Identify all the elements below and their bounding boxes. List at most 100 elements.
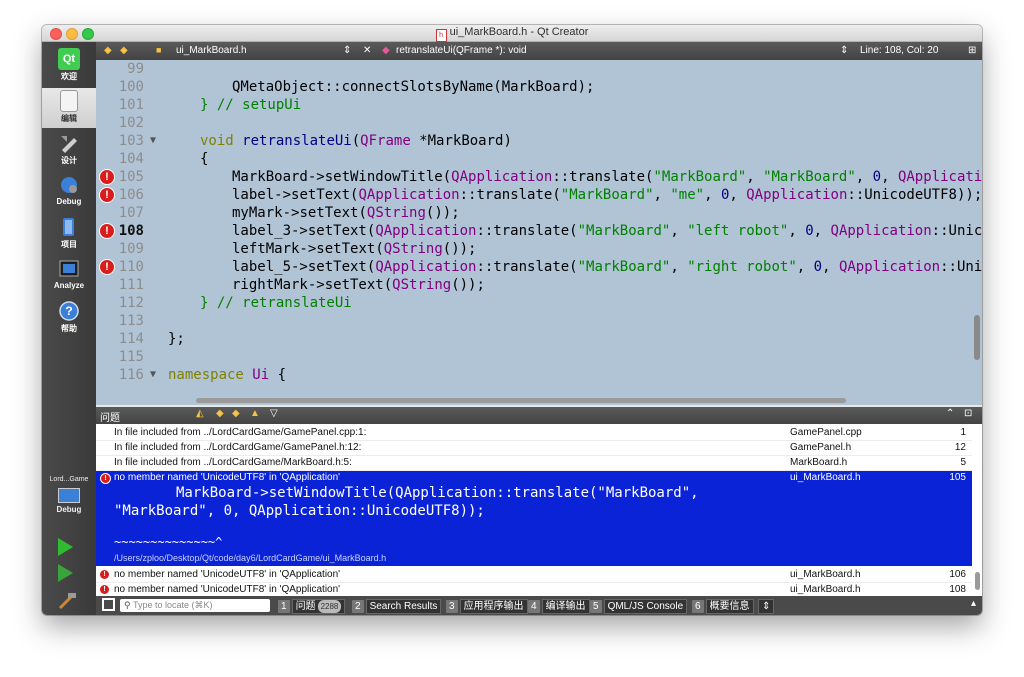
code-editor[interactable]: 99 100 101 102 103 ▼ 104! 105! 106 107! 108 109! 110…	[96, 60, 982, 405]
build-kit-selector[interactable]: Lord...Game Debug	[42, 476, 96, 514]
tab-search-results[interactable]: 2 Search Results	[352, 599, 442, 614]
function-symbol-icon: ◆	[382, 45, 390, 56]
gutter-row: 102	[96, 114, 982, 132]
kit-name: Lord...Game	[49, 476, 89, 483]
tab-issues[interactable]: 1 问题 2288	[278, 599, 346, 614]
file-type-icon: ■	[156, 45, 162, 55]
mode-projects[interactable]: 项目	[42, 214, 96, 254]
locator-input[interactable]: ⚲ Type to locate (⌘K)	[120, 599, 270, 612]
mode-label: 项目	[61, 240, 77, 249]
mode-label: Debug	[56, 197, 82, 206]
mode-welcome[interactable]: Qt 欢迎	[42, 46, 96, 86]
kit-mode: Debug	[56, 505, 82, 514]
current-file-combo[interactable]: ui_MarkBoard.h	[176, 45, 247, 56]
mode-label: 设计	[61, 156, 77, 165]
error-file-path[interactable]: /Users/zploo/Desktop/Qt/code/day6/LordCa…	[114, 553, 386, 563]
projects-icon	[58, 216, 80, 238]
edit-document-icon	[60, 90, 78, 112]
mode-help[interactable]: ? 帮助	[42, 298, 96, 338]
build-hammer-icon[interactable]	[57, 590, 79, 615]
window-title: h ui_MarkBoard.h - Qt Creator	[42, 26, 982, 42]
line-number: 99	[127, 61, 144, 77]
tab-application-output[interactable]: 3 应用程序输出	[446, 599, 528, 614]
maximize-panel-icon[interactable]: ⌃	[946, 408, 954, 419]
qt-creator-window: h ui_MarkBoard.h - Qt Creator Qt 欢迎 编辑 设计…	[42, 25, 982, 615]
code-line-111: rightMark->setText(QString());	[232, 277, 485, 293]
code-line-109: leftMark->setText(QString());	[232, 241, 477, 257]
mode-debug[interactable]: Debug	[42, 172, 96, 212]
nav-forward-icon[interactable]: ◆	[120, 45, 128, 56]
error-snippet: MarkBoard->setWindowTitle(QApplication::…	[176, 485, 699, 501]
issues-toolbar: 问题 ◭ ◆ ◆ ▲ ▽ ⌃ ⊡	[96, 407, 982, 424]
issue-row[interactable]: In file included from ../LordCardGame/Ma…	[96, 455, 972, 471]
debug-run-icon[interactable]	[58, 564, 73, 582]
mode-label: Analyze	[53, 281, 85, 290]
code-line-110: label_5->setText(QApplication::translate…	[232, 259, 982, 275]
editor-toolbar: ◆ ◆ ■ ui_MarkBoard.h ⇕ ✕ ◆ retranslateUi…	[96, 42, 982, 60]
error-icon: !	[100, 585, 109, 594]
issues-scrollbar[interactable]	[975, 572, 980, 590]
code-line-116: namespace Ui {	[168, 367, 287, 383]
issues-list[interactable]: In file included from ../LordCardGame/Ga…	[96, 424, 982, 596]
run-icon[interactable]	[58, 538, 73, 556]
issue-row-selected[interactable]: ! no member named 'UnicodeUTF8' in 'QApp…	[96, 471, 972, 566]
line-number: 102	[118, 115, 144, 131]
warning-filter-icon[interactable]: ▲	[250, 408, 260, 419]
issue-row[interactable]: ! no member named 'UnicodeUTF8' in 'QApp…	[96, 582, 972, 596]
close-file-icon[interactable]: ✕	[363, 45, 371, 56]
locator-placeholder: Type to locate (⌘K)	[132, 600, 213, 610]
code-line-104: {	[200, 151, 209, 167]
code-line-103: void retranslateUi(QFrame *MarkBoard)	[200, 133, 512, 149]
function-combo-arrows-icon[interactable]: ⇕	[840, 45, 848, 56]
mode-analyze[interactable]: Analyze	[42, 256, 96, 296]
output-pane-bar: ⚲ Type to locate (⌘K) 1 问题 2288 2 Search Re…	[96, 596, 982, 615]
tab-qml-console[interactable]: 5 QML/JS Console	[590, 599, 688, 614]
kit-monitor-icon	[58, 488, 80, 503]
mode-edit[interactable]: 编辑	[42, 88, 96, 128]
error-icon: !	[100, 473, 111, 484]
file-combo-arrows-icon[interactable]: ⇕	[343, 45, 351, 56]
window-titlebar: h ui_MarkBoard.h - Qt Creator	[42, 25, 982, 42]
code-line-107: myMark->setText(QString());	[232, 205, 460, 221]
close-panel-icon[interactable]: ⊡	[964, 408, 972, 419]
cursor-position[interactable]: Line: 108, Col: 20	[860, 45, 938, 56]
code-line-105: MarkBoard->setWindowTitle(QApplication::…	[232, 169, 982, 185]
mode-design[interactable]: 设计	[42, 130, 96, 170]
issues-title: 问题	[100, 413, 120, 424]
code-line-106: label->setText(QApplication::translate("…	[232, 187, 982, 203]
issue-row[interactable]: In file included from ../LordCardGame/Ga…	[96, 425, 972, 441]
tab-compile-output[interactable]: 4 编译输出	[528, 599, 590, 614]
code-line-108: label_3->setText(QApplication::translate…	[232, 223, 982, 239]
mode-label: 帮助	[61, 324, 77, 333]
svg-text:?: ?	[65, 304, 72, 318]
toggle-sidebar-icon[interactable]	[102, 598, 115, 611]
function-combo[interactable]: retranslateUi(QFrame *): void	[396, 45, 527, 56]
code-line-101: } // setupUi	[200, 97, 302, 113]
code-line-114: };	[168, 331, 185, 347]
next-issue-icon[interactable]: ◆	[232, 408, 240, 419]
split-editor-icon[interactable]: ⊞	[968, 45, 976, 56]
filter-icon[interactable]: ◭	[196, 408, 204, 419]
funnel-icon[interactable]: ▽	[270, 408, 278, 419]
header-file-icon: h	[435, 29, 447, 42]
issue-row[interactable]: ! no member named 'UnicodeUTF8' in 'QApp…	[96, 567, 972, 583]
mode-sidebar: Qt 欢迎 编辑 设计 Debug 项目 Analyze ? 帮助 Lord..	[42, 42, 96, 615]
editor-horizontal-scrollbar[interactable]	[196, 398, 846, 403]
editor-vertical-scrollbar[interactable]	[974, 315, 980, 360]
panel-up-icon[interactable]: ▴	[971, 598, 976, 609]
more-tabs-icon[interactable]: ⇕	[758, 599, 775, 614]
debug-icon	[58, 174, 80, 196]
code-line-112: } // retranslateUi	[200, 295, 352, 311]
issue-row[interactable]: In file included from ../LordCardGame/Ga…	[96, 440, 972, 456]
qt-logo-icon: Qt	[58, 48, 80, 70]
analyze-icon	[58, 258, 80, 280]
nav-back-icon[interactable]: ◆	[104, 45, 112, 56]
mode-label: 编辑	[61, 114, 77, 123]
line-number: 113	[118, 313, 144, 329]
line-number: 115	[118, 349, 144, 365]
error-icon: !	[100, 570, 109, 579]
help-icon: ?	[58, 300, 80, 322]
tab-general-messages[interactable]: 6 概要信息	[692, 599, 754, 614]
mode-label: 欢迎	[61, 72, 77, 81]
prev-issue-icon[interactable]: ◆	[216, 408, 224, 419]
